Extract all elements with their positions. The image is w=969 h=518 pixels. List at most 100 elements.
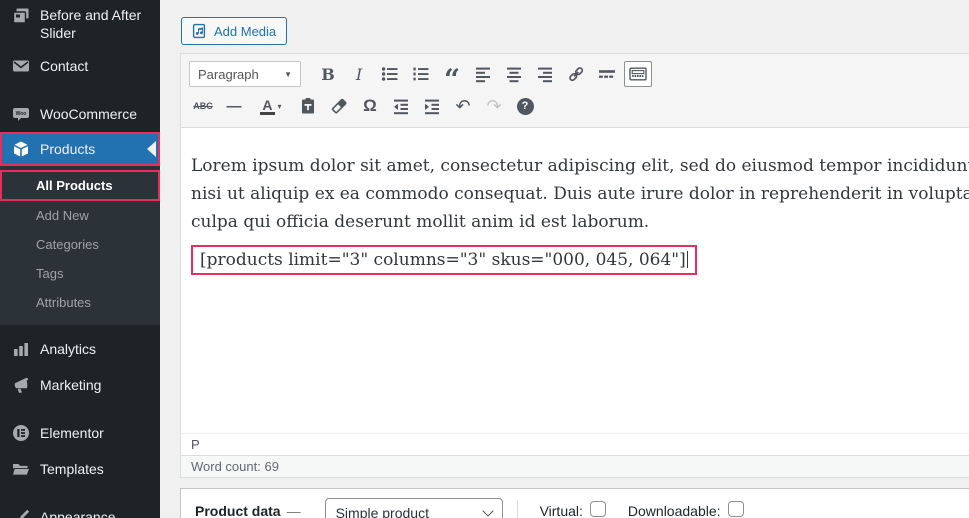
menu-separator <box>0 403 160 415</box>
sidebar-item-marketing[interactable]: Marketing <box>0 367 160 403</box>
sidebar-item-label: Products <box>40 141 96 157</box>
media-icon <box>192 23 206 39</box>
sidebar-item-label: WooCommerce <box>40 106 137 122</box>
align-right-button[interactable] <box>531 61 559 87</box>
product-data-title: Product data <box>195 503 281 518</box>
elementor-icon <box>11 423 31 443</box>
email-icon <box>11 56 31 76</box>
strikethrough-button[interactable]: ABC <box>189 93 217 119</box>
paragraph-line: nisi ut aliquip ex ea commodo consequat.… <box>191 184 969 204</box>
sidebar-item-label: Contact <box>40 58 89 74</box>
sidebar-item-before-after-slider[interactable]: Before and After Slider <box>0 0 160 48</box>
clear-formatting-button[interactable] <box>325 93 353 119</box>
outdent-button[interactable] <box>387 93 415 119</box>
current-menu-arrow-icon <box>147 141 156 157</box>
products-cube-icon <box>11 139 31 159</box>
submenu-item-all-products[interactable]: All Products <box>0 170 160 201</box>
toolbar-row-2: ABC — A ▾ Ω ↶ ↷ ? <box>189 90 969 122</box>
product-type-select[interactable]: Simple product <box>324 498 503 518</box>
annotation-box-shortcode: [products limit="3" columns="3" skus="00… <box>191 245 697 275</box>
element-path-p[interactable]: P <box>191 437 200 452</box>
align-left-icon <box>476 67 490 83</box>
menu-separator <box>0 487 160 499</box>
undo-button[interactable]: ↶ <box>449 93 477 119</box>
italic-button[interactable]: I <box>345 61 373 87</box>
paragraph-line: Lorem ipsum dolor sit amet, consectetur … <box>191 156 969 176</box>
chevron-down-icon: ▾ <box>277 101 282 111</box>
help-button[interactable]: ? <box>511 93 539 119</box>
align-center-icon <box>507 67 521 83</box>
paste-as-text-icon <box>302 98 314 114</box>
paste-as-text-button[interactable] <box>294 93 322 119</box>
virtual-label: Virtual: <box>539 503 583 518</box>
toolbar-row-1: Paragraph ▼ B I “ <box>189 58 969 94</box>
submenu-item-attributes[interactable]: Attributes <box>0 288 160 317</box>
paragraph-line: culpa qui officia deserunt mollit anim i… <box>191 212 650 232</box>
paragraph-format-select[interactable]: Paragraph ▼ <box>189 61 301 87</box>
numbered-list-button[interactable] <box>407 61 435 87</box>
products-shortcode-text: [products limit="3" columns="3" skus="00… <box>200 250 686 270</box>
sidebar-item-label: Templates <box>40 461 104 477</box>
slider-images-icon <box>11 6 31 26</box>
chevron-down-icon: ▼ <box>284 69 292 79</box>
eraser-icon <box>331 98 347 114</box>
link-icon <box>569 67 584 82</box>
product-data-separator: — <box>286 503 301 518</box>
outdent-icon <box>394 99 408 115</box>
insert-link-button[interactable] <box>562 61 590 87</box>
submenu-item-add-new[interactable]: Add New <box>0 201 160 230</box>
downloadable-checkbox[interactable] <box>727 501 744 517</box>
horizontal-rule-button[interactable]: — <box>220 93 248 119</box>
content-area: Add Media Paragraph ▼ B I “ ABC — A ▾ Ω … <box>160 0 969 518</box>
align-left-button[interactable] <box>469 61 497 87</box>
numbered-list-icon <box>413 67 429 81</box>
bullet-list-button[interactable] <box>376 61 404 87</box>
svg-text:Woo: Woo <box>16 111 27 117</box>
add-media-button[interactable]: Add Media <box>181 17 288 45</box>
folder-icon <box>11 459 31 479</box>
product-data-panel: Product data — Simple product Virtual: D… <box>180 488 969 518</box>
indent-icon <box>425 99 439 115</box>
align-center-button[interactable] <box>500 61 528 87</box>
bold-button[interactable]: B <box>314 61 342 87</box>
editor-content[interactable]: Lorem ipsum dolor sit amet, consectetur … <box>181 128 969 433</box>
blockquote-button[interactable]: “ <box>438 61 466 94</box>
woocommerce-icon: Woo <box>11 104 31 124</box>
sidebar-item-label: Marketing <box>40 377 102 393</box>
bullet-list-icon <box>381 67 398 81</box>
menu-separator <box>0 84 160 96</box>
text-color-button[interactable]: A ▾ <box>251 93 291 119</box>
strikethrough-icon: ABC <box>193 101 213 111</box>
word-count: Word count: 69 <box>181 455 969 477</box>
redo-icon: ↷ <box>486 95 502 116</box>
products-submenu: All Products Add New Categories Tags Att… <box>0 166 160 325</box>
element-path-bar: P <box>181 433 969 455</box>
horizontal-rule-icon: — <box>226 97 242 115</box>
toolbar-toggle-button[interactable] <box>624 61 652 87</box>
special-character-button[interactable]: Ω <box>356 93 384 119</box>
sidebar-item-products[interactable]: Products <box>0 132 160 166</box>
submenu-item-categories[interactable]: Categories <box>0 230 160 259</box>
classic-editor: Paragraph ▼ B I “ ABC — A ▾ Ω ↶ ↷ ? Lore… <box>180 53 969 478</box>
submenu-item-tags[interactable]: Tags <box>0 259 160 288</box>
sidebar-item-appearance[interactable]: Appearance <box>0 499 160 518</box>
sidebar-item-woocommerce[interactable]: Woo WooCommerce <box>0 96 160 132</box>
sidebar-item-elementor[interactable]: Elementor <box>0 415 160 451</box>
read-more-button[interactable] <box>593 61 621 87</box>
add-media-label: Add Media <box>214 23 277 39</box>
indent-button[interactable] <box>418 93 446 119</box>
format-select-value: Paragraph <box>198 66 259 82</box>
help-icon: ? <box>516 97 534 115</box>
italic-icon: I <box>355 64 363 84</box>
sidebar-item-analytics[interactable]: Analytics <box>0 331 160 367</box>
megaphone-icon <box>11 375 31 395</box>
virtual-checkbox[interactable] <box>589 501 606 517</box>
text-cursor <box>686 251 688 268</box>
sidebar-item-templates[interactable]: Templates <box>0 451 160 487</box>
editor-toolbar: Paragraph ▼ B I “ ABC — A ▾ Ω ↶ ↷ ? <box>181 54 969 128</box>
read-more-icon <box>599 70 615 78</box>
sidebar-item-label: Before and After Slider <box>40 7 142 41</box>
redo-button[interactable]: ↷ <box>480 93 508 119</box>
keyboard-icon <box>629 67 647 81</box>
sidebar-item-contact[interactable]: Contact <box>0 48 160 84</box>
